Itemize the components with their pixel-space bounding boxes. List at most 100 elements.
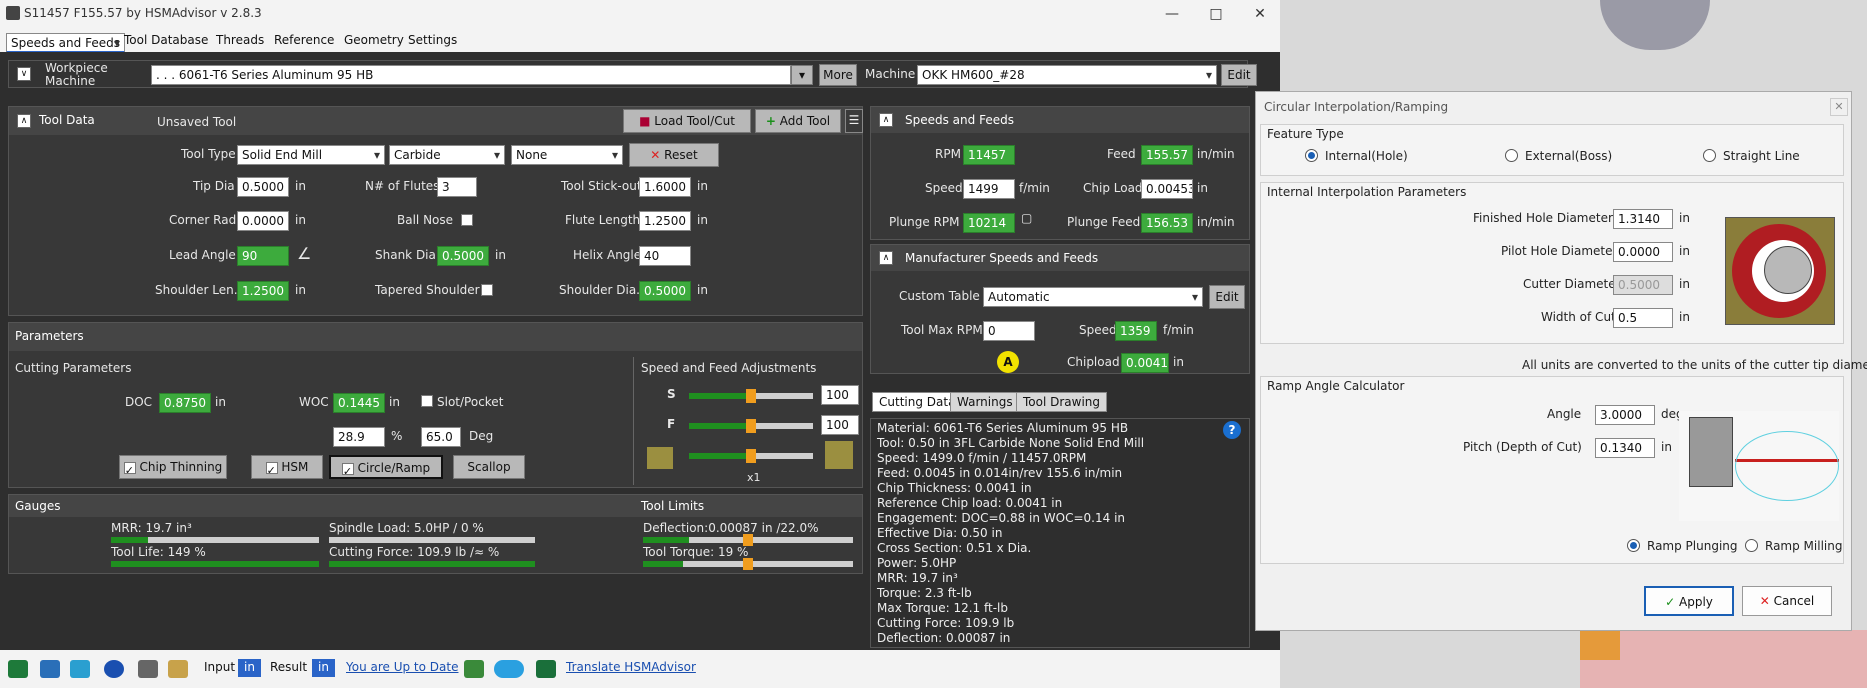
radio-straight-line[interactable] <box>1703 149 1716 162</box>
machine-edit-button[interactable]: Edit <box>1221 64 1257 86</box>
tapered-shoulder-checkbox[interactable] <box>481 284 493 296</box>
gauge-fill <box>329 561 535 567</box>
table-edit-button[interactable]: Edit <box>1209 285 1245 309</box>
stickout-adjust-slider[interactable] <box>689 449 813 463</box>
collapse-icon[interactable]: ∧ <box>17 114 31 128</box>
material-dropdown-button[interactable]: ▾ <box>791 65 813 85</box>
woc-percent-input[interactable]: 28.9 <box>333 427 385 447</box>
slot-pocket-checkbox[interactable] <box>421 395 433 407</box>
chip-load-field[interactable]: 0.00453 <box>1141 179 1193 199</box>
menu-reference[interactable]: Reference <box>274 33 334 47</box>
slider-knob[interactable] <box>746 389 756 403</box>
hsm-toggle[interactable]: HSM <box>251 455 323 482</box>
radio-internal[interactable] <box>1305 149 1318 162</box>
tab-warnings[interactable]: Warnings <box>950 392 1020 412</box>
menu-speeds-feeds[interactable]: Speeds and Feeds <box>6 33 125 53</box>
finished-hole-input[interactable]: 1.3140 <box>1613 209 1673 229</box>
circle-ramp-toggle[interactable]: Circle/Ramp <box>329 455 443 483</box>
woc-input[interactable]: 0.1445 <box>333 393 385 413</box>
engagement-angle-input[interactable]: 65.0 <box>421 427 461 447</box>
radio-external[interactable] <box>1505 149 1518 162</box>
collapse-icon[interactable]: ∧ <box>879 113 893 127</box>
cloud-icon[interactable] <box>494 660 524 678</box>
plunge-rpm-field[interactable]: 10214 <box>963 213 1015 233</box>
update-status-link[interactable]: You are Up to Date <box>346 660 458 674</box>
lead-angle-input[interactable]: 90 <box>237 246 289 266</box>
pilot-hole-input[interactable]: 0.0000 <box>1613 242 1673 262</box>
menu-tool-database[interactable]: Tool Database <box>124 33 208 47</box>
stickout-input[interactable]: 1.6000 <box>639 177 691 197</box>
flute-length-input[interactable]: 1.2500 <box>639 211 691 231</box>
result-units-badge[interactable]: in <box>312 659 335 677</box>
menu-geometry[interactable]: Geometry <box>344 33 404 47</box>
tab-cutting-data[interactable]: Cutting Data <box>872 392 963 412</box>
radio-ramp-plunging[interactable] <box>1627 539 1640 552</box>
reset-button[interactable]: ✕ Reset <box>629 143 719 167</box>
pitch-input[interactable]: 0.1340 <box>1595 438 1655 458</box>
chip-thinning-toggle[interactable]: Chip Thinning <box>119 455 227 482</box>
home-icon[interactable] <box>8 660 28 678</box>
minimize-icon[interactable]: — <box>1160 3 1184 25</box>
speed-field[interactable]: 1499 <box>963 179 1015 199</box>
helix-angle-input[interactable]: 40 <box>639 246 691 266</box>
speed-adjust-slider[interactable] <box>689 389 813 403</box>
dialog-woc-input[interactable]: 0.5 <box>1613 308 1673 328</box>
lock-icon[interactable]: ▢ <box>1021 211 1032 225</box>
menu-threads[interactable]: Threads <box>216 33 264 47</box>
rpm-field[interactable]: 11457 <box>963 145 1015 165</box>
ball-nose-checkbox[interactable] <box>461 214 473 226</box>
tab-tool-drawing[interactable]: Tool Drawing <box>1016 392 1108 412</box>
chat-icon[interactable] <box>40 660 60 678</box>
doc-input[interactable]: 0.8750 <box>159 393 211 413</box>
notes-icon[interactable] <box>168 660 188 678</box>
slider-knob[interactable] <box>746 419 756 433</box>
mfr-chipload-field[interactable]: 0.00410 <box>1121 353 1169 373</box>
collapse-icon[interactable]: ∧ <box>879 251 893 265</box>
cutter-dia-input[interactable]: 0.5000 <box>1613 275 1673 295</box>
load-tool-label: Load Tool/Cut <box>654 114 735 128</box>
print-icon[interactable] <box>138 660 158 678</box>
slider-knob[interactable] <box>746 449 756 463</box>
corner-rad-input[interactable]: 0.0000 <box>237 211 289 231</box>
scallop-button[interactable]: Scallop <box>453 455 525 479</box>
add-tool-button[interactable]: + Add Tool <box>755 109 841 133</box>
collapse-icon[interactable]: ∨ <box>17 67 31 81</box>
maximize-icon[interactable]: □ <box>1204 3 1228 25</box>
help-icon[interactable] <box>104 660 124 678</box>
cancel-button[interactable]: ✕ Cancel <box>1742 586 1832 616</box>
help-icon[interactable]: ? <box>1223 421 1241 439</box>
custom-table-select[interactable]: Automatic <box>983 287 1203 307</box>
tool-material-select[interactable]: Carbide <box>389 145 505 165</box>
message-icon[interactable] <box>70 660 90 678</box>
more-button[interactable]: More <box>819 64 857 86</box>
material-field[interactable]: . . . 6061-T6 Series Aluminum 95 HB <box>151 65 791 85</box>
angle-input[interactable]: 3.0000 <box>1595 405 1655 425</box>
stickout-label: Tool Stick-out <box>561 179 642 193</box>
speed-adjust-input[interactable]: 100 <box>821 385 859 405</box>
load-tool-button[interactable]: ■ Load Tool/Cut <box>623 109 751 133</box>
close-icon[interactable]: ✕ <box>1248 3 1272 25</box>
close-icon[interactable]: ✕ <box>1830 98 1848 116</box>
machine-select[interactable]: OKK HM600_#28 <box>917 65 1217 85</box>
shank-dia-input[interactable]: 0.5000 <box>437 246 489 266</box>
apply-button[interactable]: ✓ Apply <box>1644 586 1734 616</box>
flag-icon[interactable] <box>536 660 556 678</box>
input-units-badge[interactable]: in <box>238 659 261 677</box>
menu-settings[interactable]: Settings <box>408 33 457 47</box>
shoulder-dia-input[interactable]: 0.5000 <box>639 281 691 301</box>
flutes-stepper[interactable]: 3 <box>437 177 477 197</box>
shoulder-len-input[interactable]: 1.2500 <box>237 281 289 301</box>
feed-adjust-input[interactable]: 100 <box>821 415 859 435</box>
plunge-feed-field[interactable]: 156.53 <box>1141 213 1193 233</box>
database-icon[interactable] <box>464 660 484 678</box>
tip-dia-input[interactable]: 0.5000 <box>237 177 289 197</box>
menu-icon[interactable]: ☰ <box>845 109 863 133</box>
mfr-speed-field[interactable]: 1359 <box>1115 321 1157 341</box>
max-rpm-input[interactable]: 0 <box>983 321 1035 341</box>
radio-ramp-milling[interactable] <box>1745 539 1758 552</box>
coating-select[interactable]: None <box>511 145 623 165</box>
tool-type-select[interactable]: Solid End Mill <box>237 145 385 165</box>
feed-field[interactable]: 155.57 <box>1141 145 1193 165</box>
feed-adjust-slider[interactable] <box>689 419 813 433</box>
translate-link[interactable]: Translate HSMAdvisor <box>566 660 696 674</box>
